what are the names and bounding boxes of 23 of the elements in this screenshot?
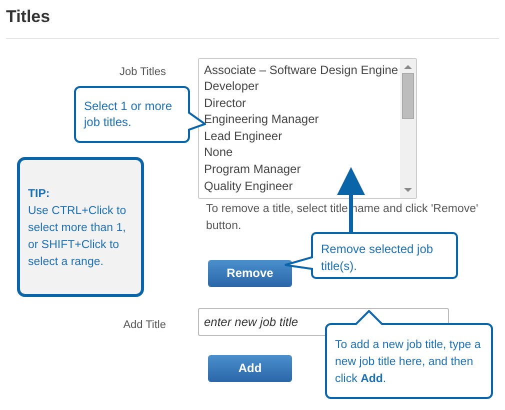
scroll-up-icon[interactable] [404, 64, 412, 68]
scroll-down-icon[interactable] [404, 188, 412, 192]
remove-button[interactable]: Remove [208, 260, 292, 286]
callout-text: Remove selected job title(s). [321, 241, 434, 275]
callout-text: Use CTRL+Click to select more than 1, or SHIFT+Click to select a range. [28, 204, 128, 270]
tip-title: TIP: [28, 187, 51, 202]
list-option[interactable]: Quality Engineer [204, 178, 400, 194]
add-button[interactable]: Add [208, 354, 292, 382]
list-option[interactable]: None [204, 144, 400, 162]
list-option[interactable]: Director [204, 94, 400, 112]
list-option[interactable]: Associate – Software Design Engine [204, 62, 400, 78]
scrollbar-thumb[interactable] [402, 72, 414, 118]
list-option[interactable]: Developer [204, 78, 400, 95]
field-label: Add Title [123, 318, 166, 332]
field-label: Job Titles [120, 64, 166, 80]
scrollbar[interactable] [400, 58, 416, 198]
callout-text: Select 1 or more job titles. [84, 98, 174, 130]
job-titles-listbox[interactable]: Associate – Software Design Engine Developer Director Engineering Manager Lead Engineer None Program Manager Quality Engineer [198, 58, 417, 198]
page-heading: Titles [5, 6, 52, 28]
callout-text: To add a new job title, type a new job title here, and then click Add. [335, 338, 482, 387]
list-option[interactable]: Lead Engineer [204, 128, 400, 144]
list-option[interactable]: Program Manager [204, 161, 400, 178]
list-option[interactable]: Engineering Manager [204, 111, 400, 128]
